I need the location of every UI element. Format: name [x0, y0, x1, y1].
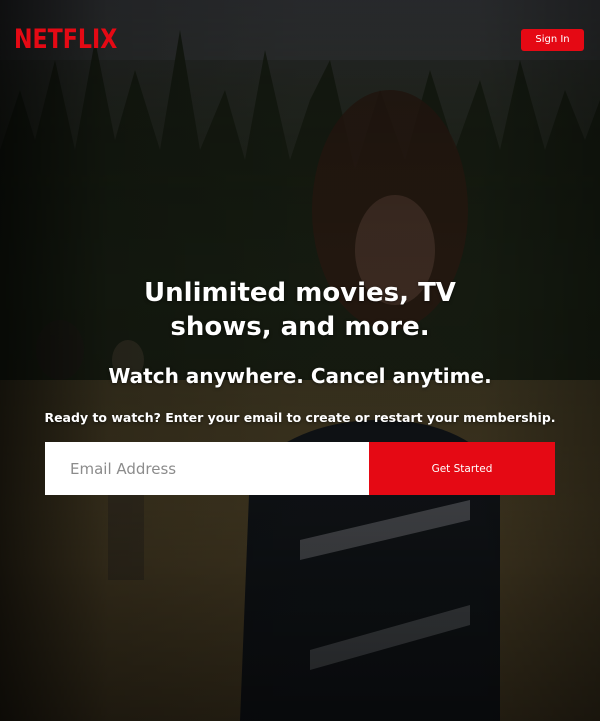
- sign-in-button[interactable]: Sign In: [521, 29, 584, 51]
- headline-line-1: Unlimited movies, TV: [144, 278, 456, 308]
- netflix-logo[interactable]: NETFLIX: [14, 24, 117, 55]
- hero-section: NETFLIX Sign In Unlimited movies, TV sho…: [0, 0, 600, 721]
- cta-text: Ready to watch? Enter your email to crea…: [44, 410, 556, 425]
- get-started-button[interactable]: Get Started: [369, 442, 555, 495]
- email-input[interactable]: [45, 442, 369, 495]
- hero-headline: Unlimited movies, TV shows, and more.: [0, 276, 600, 344]
- email-signup-form: Get Started: [45, 442, 555, 495]
- hero-subheadline: Watch anywhere. Cancel anytime.: [108, 364, 492, 388]
- background-overlay: [0, 0, 600, 721]
- headline-line-2: shows, and more.: [170, 312, 430, 342]
